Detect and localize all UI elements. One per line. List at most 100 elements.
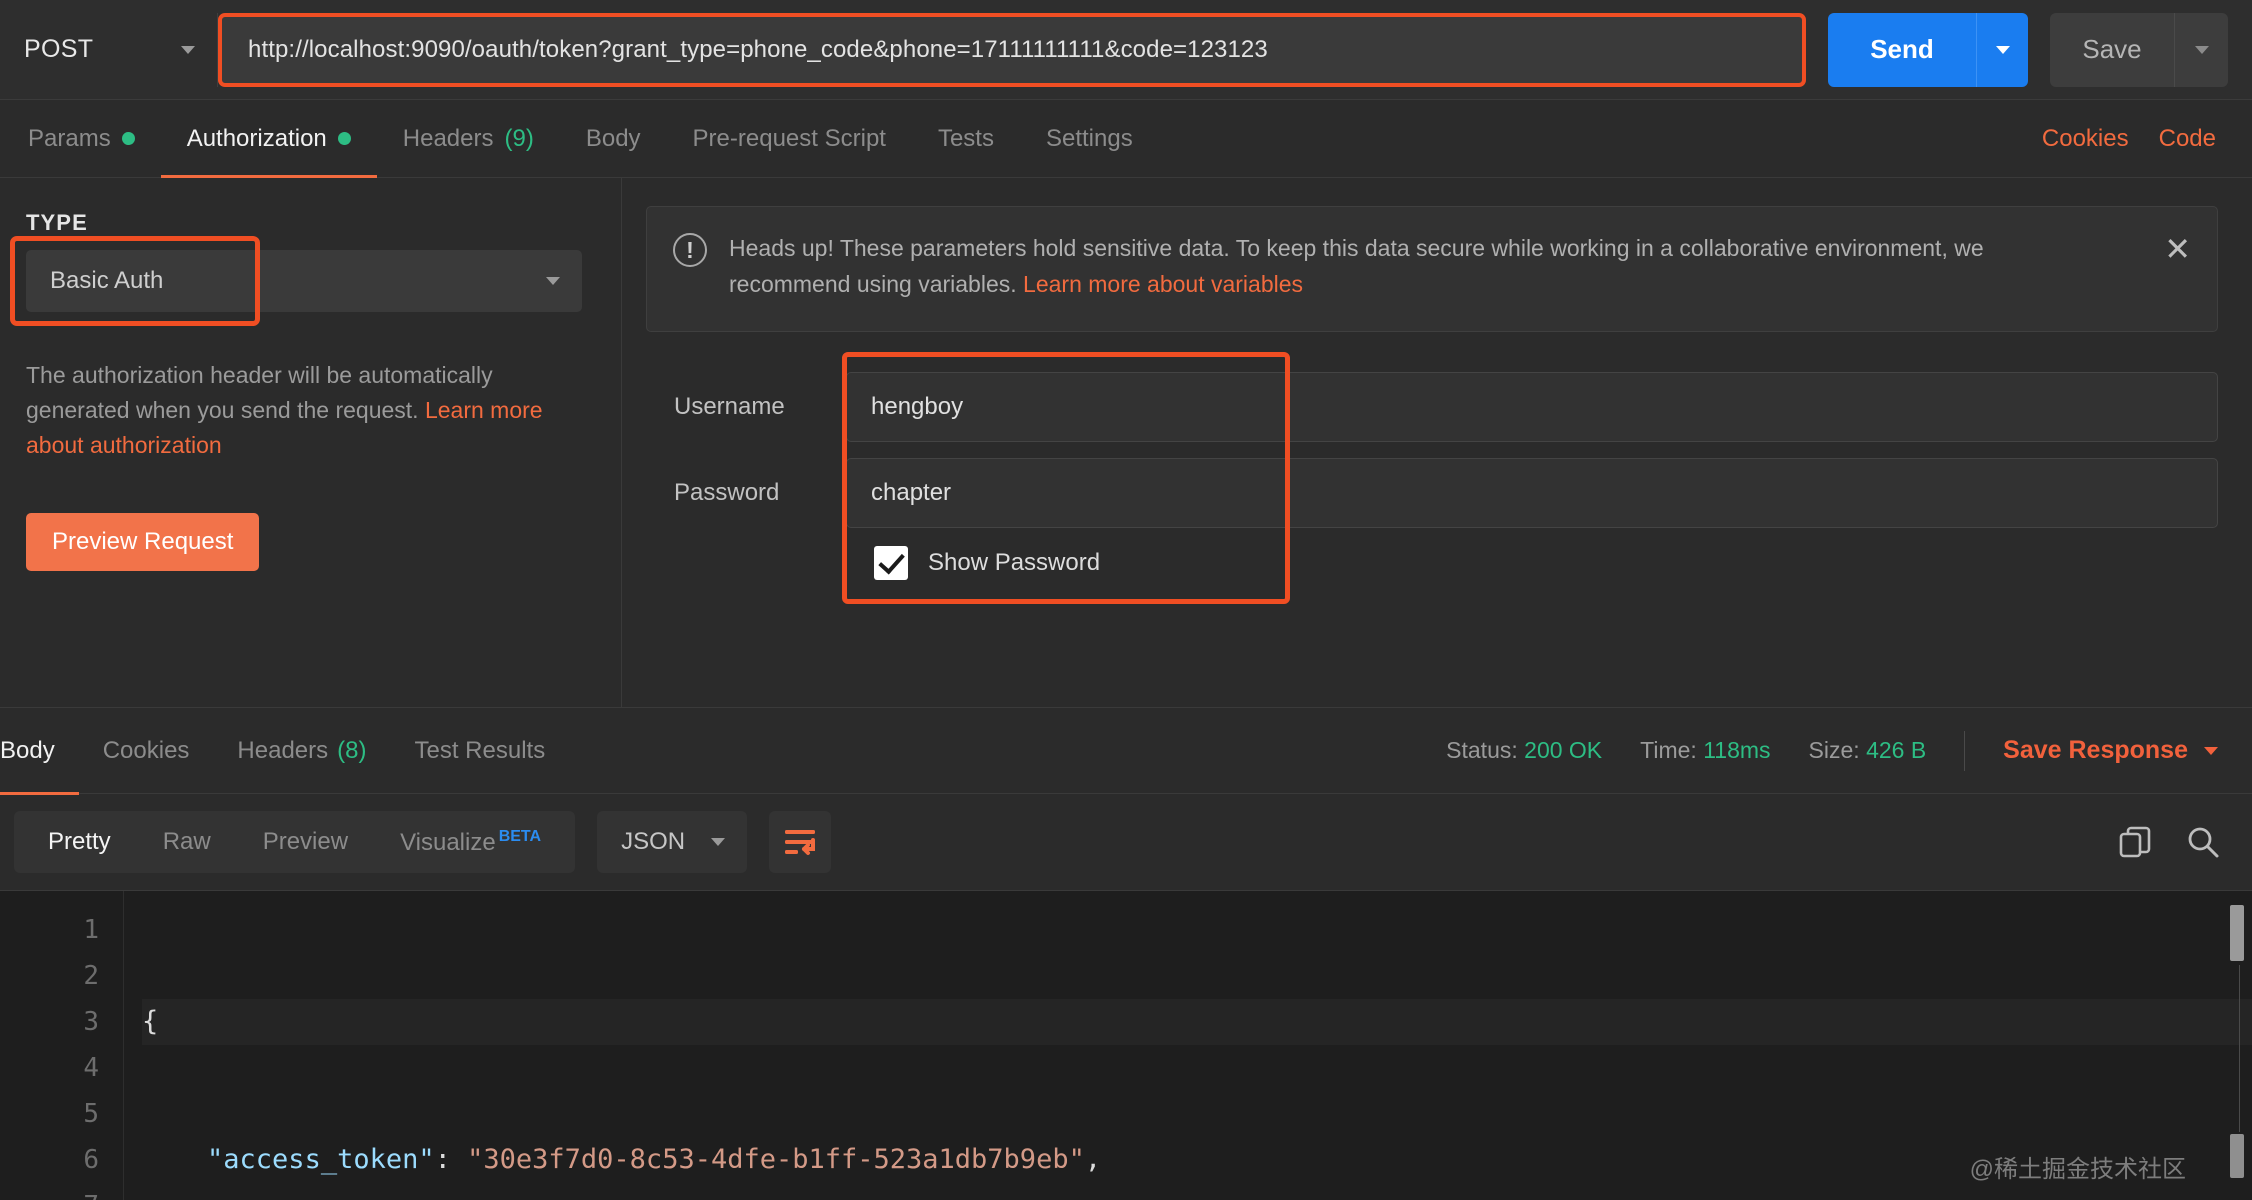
response-view-bar: Pretty Raw Preview Visualize BETA JSON — [0, 794, 2252, 890]
code-line: { — [142, 999, 2252, 1045]
response-format-value: JSON — [621, 828, 686, 855]
send-options-button[interactable] — [1976, 12, 2028, 87]
modified-dot-icon — [337, 132, 351, 145]
search-icon — [2188, 827, 2219, 858]
scrollbar-thumb-secondary[interactable] — [2230, 1134, 2244, 1178]
tab-label: Authorization — [186, 124, 327, 152]
response-tab-cookies[interactable]: Cookies — [79, 708, 214, 794]
line-number-gutter: 1 2 3 4 5 6 7 — [0, 891, 124, 1200]
preview-request-button[interactable]: Preview Request — [26, 512, 260, 571]
auth-type-select[interactable]: Basic Auth — [26, 250, 582, 312]
response-format-select[interactable]: JSON — [597, 811, 748, 873]
authorization-panel: TYPE Basic Auth The authorization header… — [0, 178, 2252, 708]
status-label: Status: — [1446, 737, 1518, 763]
copy-button[interactable] — [2118, 825, 2152, 859]
view-mode-label: Preview — [262, 828, 349, 855]
view-mode-label: Pretty — [48, 828, 111, 855]
show-password-row: Show Password — [646, 546, 2218, 580]
view-mode-pretty[interactable]: Pretty — [22, 828, 137, 856]
url-input[interactable]: http://localhost:9090/oauth/token?grant_… — [218, 12, 1806, 87]
response-tab-label: Headers — [237, 736, 329, 764]
response-body-viewer[interactable]: 1 2 3 4 5 6 7 { "access_token": "30e3f7d… — [0, 890, 2252, 1200]
time-metric: Time: 118ms — [1640, 737, 1770, 764]
search-button[interactable] — [2186, 825, 2220, 859]
username-input[interactable]: hengboy — [846, 372, 2218, 442]
beta-badge: BETA — [498, 827, 542, 845]
save-button-group: Save — [2050, 12, 2228, 87]
size-metric: Size: 426 B — [1809, 737, 1927, 764]
line-number: 3 — [83, 1007, 99, 1037]
show-password-checkbox[interactable] — [874, 546, 908, 580]
notice-message: Heads up! These parameters hold sensitiv… — [729, 235, 1984, 297]
chevron-down-icon — [2204, 746, 2218, 755]
chevron-down-icon — [1995, 45, 2010, 54]
line-number: 6 — [83, 1145, 99, 1175]
tab-count: (9) — [504, 124, 534, 152]
tab-headers[interactable]: Headers (9) — [377, 100, 560, 177]
status-metric: Status: 200 OK — [1446, 737, 1602, 764]
response-meta: Status: 200 OK Time: 118ms Size: 426 B S… — [1446, 730, 2224, 771]
divider — [1964, 730, 1966, 771]
json-value-access-token: "30e3f7d0-8c53-4dfe-b1ff-523a1db7b9eb" — [467, 1144, 1085, 1175]
response-tab-count: (8) — [337, 736, 367, 764]
send-button[interactable]: Send — [1828, 12, 1976, 87]
auth-credentials-column: ! Heads up! These parameters hold sensit… — [622, 178, 2252, 707]
tab-tests[interactable]: Tests — [912, 100, 1020, 177]
line-number: 7 — [0, 1183, 99, 1200]
tab-body[interactable]: Body — [560, 100, 667, 177]
postman-window: POST http://localhost:9090/oauth/token?g… — [0, 0, 2252, 1200]
response-tabs-bar: Body Cookies Headers (8) Test Results St… — [0, 708, 2252, 795]
username-row: Username hengboy — [646, 370, 2218, 444]
response-tab-body[interactable]: Body — [0, 708, 79, 795]
scrollbar-thumb[interactable] — [2230, 905, 2244, 961]
view-mode-label: Visualize — [400, 828, 496, 856]
notice-text: Heads up! These parameters hold sensitiv… — [729, 231, 2142, 302]
auth-type-column: TYPE Basic Auth The authorization header… — [0, 178, 622, 707]
chevron-down-icon — [711, 838, 726, 846]
line-number: 1 — [83, 915, 99, 945]
line-number: 4 — [83, 1053, 99, 1083]
password-input[interactable]: chapter — [846, 458, 2218, 528]
close-icon[interactable]: ✕ — [2164, 233, 2191, 265]
tab-params[interactable]: Params — [28, 100, 161, 177]
chevron-down-icon — [2194, 45, 2209, 54]
code-scrollbar[interactable] — [2230, 905, 2244, 1190]
tab-pre-request-script[interactable]: Pre-request Script — [667, 100, 912, 177]
view-mode-visualize[interactable]: Visualize BETA — [374, 828, 567, 857]
time-value: 118ms — [1703, 737, 1771, 763]
save-response-button[interactable]: Save Response — [2003, 736, 2224, 765]
view-mode-raw[interactable]: Raw — [137, 828, 237, 856]
show-password-label: Show Password — [928, 549, 1101, 576]
variables-learn-more-link[interactable]: Learn more about variables — [1023, 271, 1303, 297]
response-view-actions — [2118, 825, 2226, 859]
json-code[interactable]: { "access_token": "30e3f7d0-8c53-4dfe-b1… — [124, 891, 2252, 1200]
auth-description-text: The authorization header will be automat… — [26, 362, 493, 423]
save-options-button[interactable] — [2174, 12, 2228, 87]
chevron-down-icon — [546, 277, 560, 285]
send-button-group: Send — [1828, 12, 2028, 87]
view-mode-preview[interactable]: Preview — [237, 828, 374, 856]
time-label: Time: — [1640, 737, 1697, 763]
credentials-block: Username hengboy Password chapter Show P… — [646, 352, 2218, 604]
sensitive-data-notice: ! Heads up! These parameters hold sensit… — [646, 206, 2218, 332]
response-tab-test-results[interactable]: Test Results — [390, 708, 569, 794]
password-row: Password chapter — [646, 456, 2218, 530]
tab-label: Params — [28, 124, 111, 152]
url-input-wrapper: http://localhost:9090/oauth/token?grant_… — [218, 12, 1806, 87]
save-response-label: Save Response — [2003, 736, 2188, 764]
tab-authorization[interactable]: Authorization — [160, 100, 377, 178]
copy-icon — [2119, 826, 2151, 858]
http-method-label: POST — [24, 35, 94, 63]
cookies-link[interactable]: Cookies — [2042, 125, 2129, 153]
http-method-select[interactable]: POST — [0, 12, 218, 87]
response-tab-label: Body — [0, 736, 55, 764]
word-wrap-button[interactable] — [769, 811, 832, 873]
auth-type-value: Basic Auth — [50, 267, 164, 294]
request-tabs: Params Authorization Headers (9) Body Pr… — [0, 100, 2252, 178]
username-label: Username — [674, 393, 785, 420]
response-tab-headers[interactable]: Headers (8) — [213, 708, 390, 794]
response-tab-label: Test Results — [414, 736, 546, 764]
save-button[interactable]: Save — [2050, 12, 2174, 87]
code-link[interactable]: Code — [2159, 125, 2216, 153]
tab-settings[interactable]: Settings — [1020, 100, 1159, 177]
